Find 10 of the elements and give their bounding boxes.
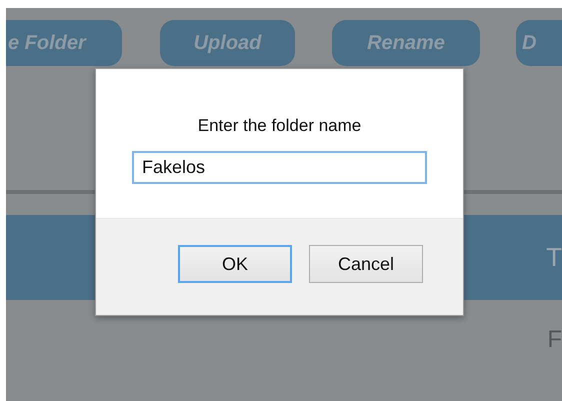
dialog-prompt: Enter the folder name — [198, 116, 362, 135]
toolbar-button[interactable]: D — [516, 20, 562, 66]
toolbar-button[interactable]: Rename — [332, 20, 480, 66]
dialog-button[interactable]: OK — [178, 245, 292, 283]
input-field[interactable]: Fakelos — [132, 150, 427, 184]
toolbar-button[interactable]: e Folder — [6, 20, 122, 66]
dialog-button[interactable]: Cancel — [309, 245, 423, 283]
content-text: F — [547, 325, 562, 355]
toolbar-button[interactable]: Upload — [160, 20, 295, 66]
header-text: T — [546, 241, 562, 274]
